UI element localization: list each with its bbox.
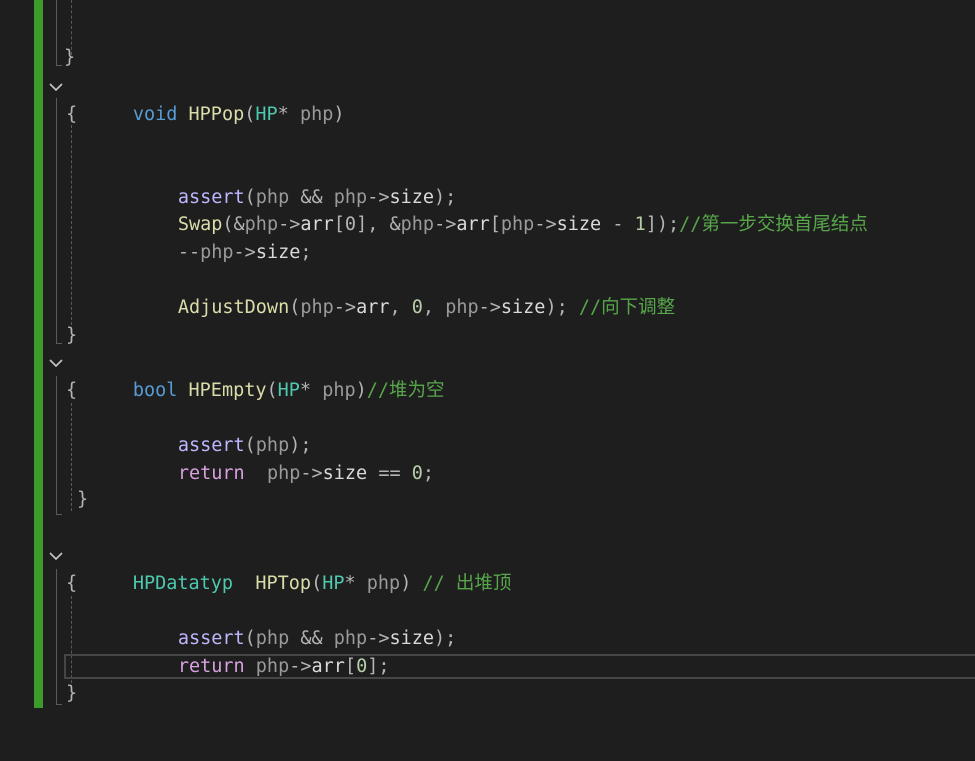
code-line[interactable]: } (0, 322, 975, 349)
member-name: size (255, 242, 301, 263)
code-line[interactable]: Swap(&php->arr[0], &php->arr[php->size -… (0, 184, 975, 235)
code-line[interactable]: AdjustDown(php->arr, 0, php->size); //向下… (0, 267, 975, 318)
function-name: AdjustDown (177, 297, 290, 318)
opening-brace: { (66, 104, 78, 125)
parameter: php (255, 656, 290, 677)
code-editor[interactable]: } void HPPop(HP* php) { assert(php && ph… (0, 0, 975, 741)
member-name: size (322, 463, 368, 484)
indent-guide-corner (56, 514, 62, 515)
code-line[interactable]: assert(php); (0, 405, 975, 456)
code-line[interactable]: } (0, 486, 975, 513)
member-name: arr (311, 656, 345, 677)
punctuation: [ (344, 656, 357, 677)
operator: -> (333, 297, 357, 318)
operator: -> (300, 463, 323, 484)
code-line[interactable]: bool HPEmpty(HP* php)//堆为空 (0, 350, 975, 401)
closing-brace: } (64, 47, 76, 68)
parameter: php (300, 297, 334, 318)
operator: -> (478, 297, 501, 318)
punctuation: ]; (367, 656, 390, 677)
closing-brace: } (66, 683, 78, 704)
code-line[interactable]: void HPPop(HP* php) (0, 74, 975, 125)
chevron-down-icon[interactable] (47, 353, 65, 373)
code-line[interactable]: { (0, 377, 975, 404)
control-keyword: return (177, 463, 245, 484)
closing-brace: } (77, 489, 89, 510)
operator: -> (233, 242, 256, 263)
punctuation: ; (422, 463, 435, 484)
operator: -- (177, 242, 201, 263)
punctuation: ); (545, 297, 568, 318)
code-line[interactable]: } (0, 680, 975, 707)
chevron-down-icon[interactable] (47, 77, 65, 97)
punctuation: ; (300, 242, 312, 263)
number-literal: 0 (356, 656, 368, 677)
chevron-down-icon[interactable] (47, 546, 65, 566)
code-line[interactable]: assert(php && php->size); (0, 157, 975, 208)
closing-brace: } (66, 325, 78, 346)
punctuation: ( (289, 297, 301, 318)
operator: == (378, 463, 401, 484)
punctuation: , (422, 297, 435, 318)
code-line[interactable]: HPDatatyp HPTop(HP* php) // 出堆顶 (0, 543, 975, 594)
punctuation: , (389, 297, 401, 318)
code-line[interactable]: return php->arr[0]; (0, 626, 975, 677)
code-line[interactable]: return php->size == 0; (0, 433, 975, 484)
member-name: arr (356, 297, 390, 318)
control-keyword: return (177, 656, 245, 677)
code-line[interactable]: assert(php && php->size); (0, 598, 975, 649)
parameter: php (200, 242, 234, 263)
operator: -> (289, 656, 312, 677)
parameter: php (445, 297, 479, 318)
opening-brace: { (66, 573, 78, 594)
member-name: size (500, 297, 546, 318)
parameter: php (266, 463, 301, 484)
code-line[interactable]: { (0, 101, 975, 128)
code-line[interactable]: } (0, 44, 975, 71)
opening-brace: { (66, 380, 78, 401)
code-line[interactable]: --php->size; (0, 212, 975, 263)
code-line[interactable]: { (0, 570, 975, 597)
comment: //向下调整 (578, 297, 676, 318)
number-literal: 0 (411, 463, 423, 484)
number-literal: 0 (411, 297, 423, 318)
